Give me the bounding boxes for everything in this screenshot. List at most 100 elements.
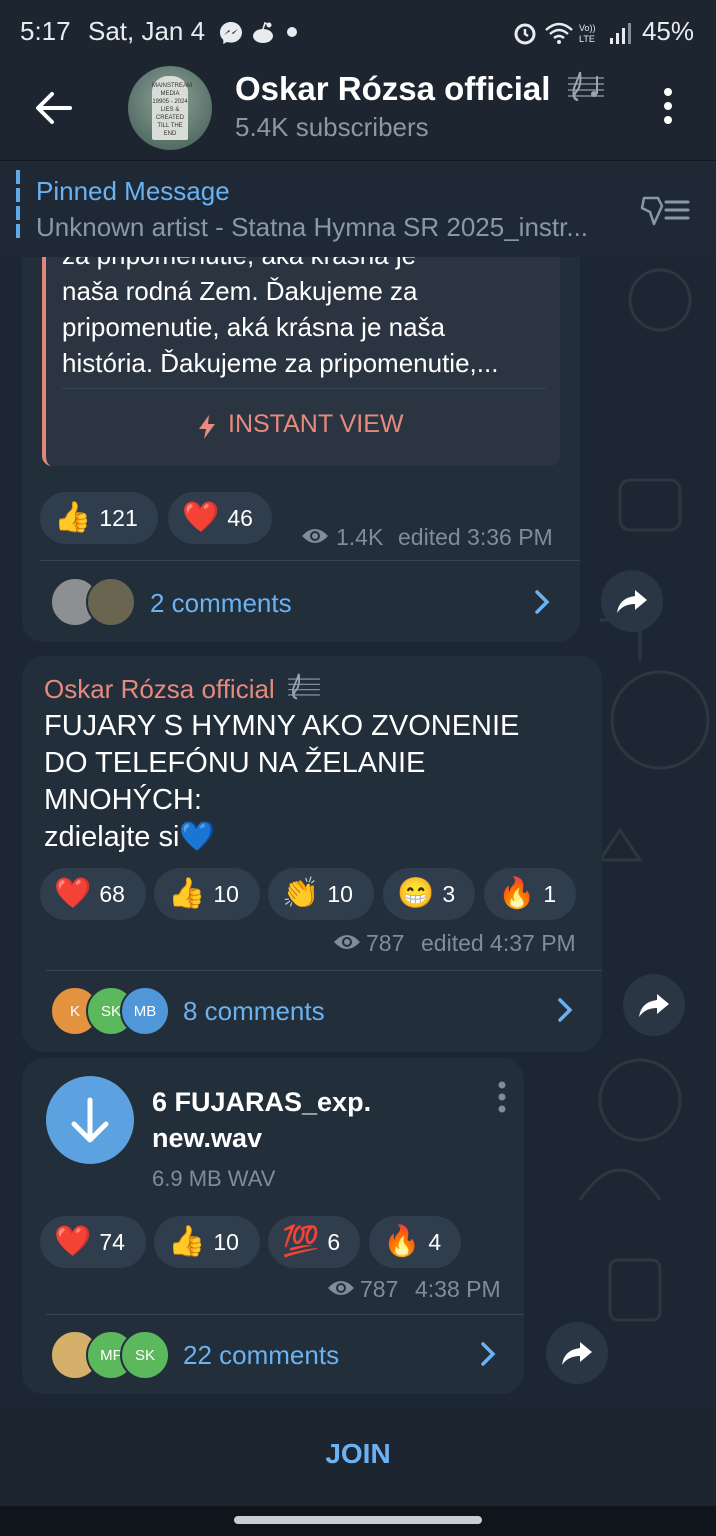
comments-divider [40, 560, 580, 561]
post-3-time: 4:38 PM [415, 1276, 501, 1302]
reaction-count: 10 [213, 880, 239, 907]
post-2-text: FUJARY S HYMNY AKO ZVONENIE DO TELEFÓNU … [44, 708, 574, 856]
share-button[interactable] [601, 570, 663, 632]
article-line-2: naša rodná Zem. Ďakujeme za [62, 276, 418, 306]
heart-emoji: ❤️ [54, 1225, 92, 1258]
back-arrow-icon[interactable] [30, 84, 78, 132]
reaction-grin[interactable]: 😁 3 [383, 868, 475, 920]
article-line-3: pripomenutie, aká krásna je naša [62, 312, 446, 342]
post-2-author: Oskar Rózsa official [44, 672, 322, 705]
post-3-comments-link[interactable]: 22 comments [183, 1340, 339, 1371]
reaction-count: 6 [327, 1228, 341, 1255]
reaction-count: 10 [213, 1228, 239, 1255]
reaction-thumbs-up[interactable]: 👍 121 [40, 492, 158, 544]
download-button[interactable] [46, 1076, 134, 1164]
share-button[interactable] [546, 1322, 608, 1384]
chevron-right-icon[interactable] [555, 996, 575, 1024]
post-2-comments-link[interactable]: 8 comments [183, 996, 325, 1027]
file-size: 6.9 MB WAV [152, 1166, 276, 1191]
reaction-heart[interactable]: ❤️ 74 [40, 1216, 146, 1268]
heart-emoji: ❤️ [182, 501, 220, 534]
reaction-heart[interactable]: ❤️ 46 [168, 492, 272, 544]
post-2-line: zdielajte si💙 [44, 821, 216, 853]
status-date: Sat, Jan 4 [88, 16, 206, 46]
svg-text:LTE: LTE [579, 34, 595, 44]
share-button[interactable] [623, 974, 685, 1036]
eye-icon [334, 935, 360, 949]
reaction-thumbs-up[interactable]: 👍 10 [154, 1216, 260, 1268]
instant-view-button[interactable]: INSTANT VIEW [228, 410, 403, 439]
svg-text:Vo)): Vo)) [579, 23, 596, 33]
share-arrow-icon [617, 590, 647, 613]
reaction-heart[interactable]: ❤️ 68 [40, 868, 146, 920]
lightning-icon [199, 415, 215, 439]
channel-name: Oskar Rózsa official [235, 70, 551, 107]
commenter-avatar: MB [120, 986, 170, 1036]
reddit-icon [253, 21, 273, 43]
eye-icon [328, 1281, 354, 1295]
reaction-count: 74 [99, 1228, 125, 1255]
pinned-title-overlay[interactable]: Pinned Message [36, 176, 230, 207]
article-divider [62, 388, 546, 389]
grin-emoji: 😁 [397, 877, 435, 910]
channel-avatar[interactable]: MAINSTREAM MEDIA 19905 - 2024 LIES & CRE… [128, 66, 212, 150]
post-1-views: 1.4K [336, 524, 384, 550]
chevron-right-icon[interactable] [478, 1340, 498, 1368]
post-2-time: edited 4:37 PM [421, 930, 576, 956]
signal-icon [610, 23, 631, 44]
post-3-views: 787 [360, 1276, 399, 1302]
avatar-tombstone-text: MAINSTREAM MEDIA 19905 - 2024 LIES & CRE… [152, 76, 192, 140]
file-name-line: new.wav [152, 1123, 263, 1153]
share-arrow-icon [562, 1342, 592, 1365]
eye-icon [302, 529, 328, 543]
comments-divider [46, 1314, 524, 1315]
alarm-icon [514, 23, 536, 45]
file-name-line: 6 FUJARAS_exp. [152, 1087, 372, 1117]
fire-emoji: 🔥 [498, 877, 536, 910]
post-2-line: DO TELEFÓNU NA ŽELANIE [44, 747, 426, 779]
music-score-icon [567, 71, 604, 101]
thumbs-up-emoji: 👍 [168, 877, 206, 910]
subscriber-count: 5.4K subscribers [235, 112, 429, 142]
post-2-author-name: Oskar Rózsa official [44, 674, 275, 704]
file-options-icon[interactable] [494, 1080, 510, 1114]
reaction-clap[interactable]: 👏 10 [268, 868, 374, 920]
comments-divider [46, 970, 602, 971]
reaction-count: 1 [543, 880, 557, 907]
commenter-avatar: SK [120, 1330, 170, 1380]
volte-icon: Vo)) LTE [579, 23, 596, 44]
home-gesture-pill[interactable] [234, 1516, 482, 1524]
wifi-calling-icon [545, 22, 573, 44]
post-2-views: 787 [366, 930, 405, 956]
clap-emoji: 👏 [282, 877, 320, 910]
channel-title[interactable]: Oskar Rózsa official [235, 70, 606, 108]
status-time: 5:17 [20, 16, 71, 46]
pinned-list-icon-overlay[interactable] [640, 190, 692, 230]
pinned-text-overlay[interactable]: Unknown artist - Statna Hymna SR 2025_in… [36, 212, 588, 243]
heart-emoji: ❤️ [54, 877, 92, 910]
reaction-fire[interactable]: 🔥 1 [484, 868, 576, 920]
chevron-right-icon[interactable] [532, 588, 552, 616]
article-line-4: história. Ďakujeme za pripomenutie,... [62, 348, 499, 378]
music-score-icon [288, 673, 320, 700]
messenger-icon [220, 22, 242, 44]
thumbs-up-emoji: 👍 [168, 1225, 206, 1258]
share-arrow-icon [639, 994, 669, 1017]
more-options-icon[interactable] [656, 86, 680, 126]
reaction-count: 4 [428, 1228, 442, 1255]
reaction-count: 10 [327, 880, 353, 907]
hundred-emoji: 💯 [282, 1225, 320, 1258]
post-1-time: edited 3:36 PM [398, 524, 553, 550]
join-button[interactable]: JOIN [0, 1438, 716, 1470]
commenter-avatar [86, 577, 136, 627]
pinned-indicator-overlay [16, 170, 20, 240]
reaction-fire[interactable]: 🔥 4 [369, 1216, 461, 1268]
post-2-line: MNOHÝCH: [44, 784, 202, 816]
file-name[interactable]: 6 FUJARAS_exp. new.wav [152, 1084, 452, 1156]
fire-emoji: 🔥 [383, 1225, 421, 1258]
reaction-thumbs-up[interactable]: 👍 10 [154, 868, 260, 920]
battery-percent: 45% [641, 16, 694, 46]
reaction-hundred[interactable]: 💯 6 [268, 1216, 360, 1268]
reaction-count: 121 [99, 504, 138, 531]
post-1-comments-link[interactable]: 2 comments [150, 588, 292, 619]
